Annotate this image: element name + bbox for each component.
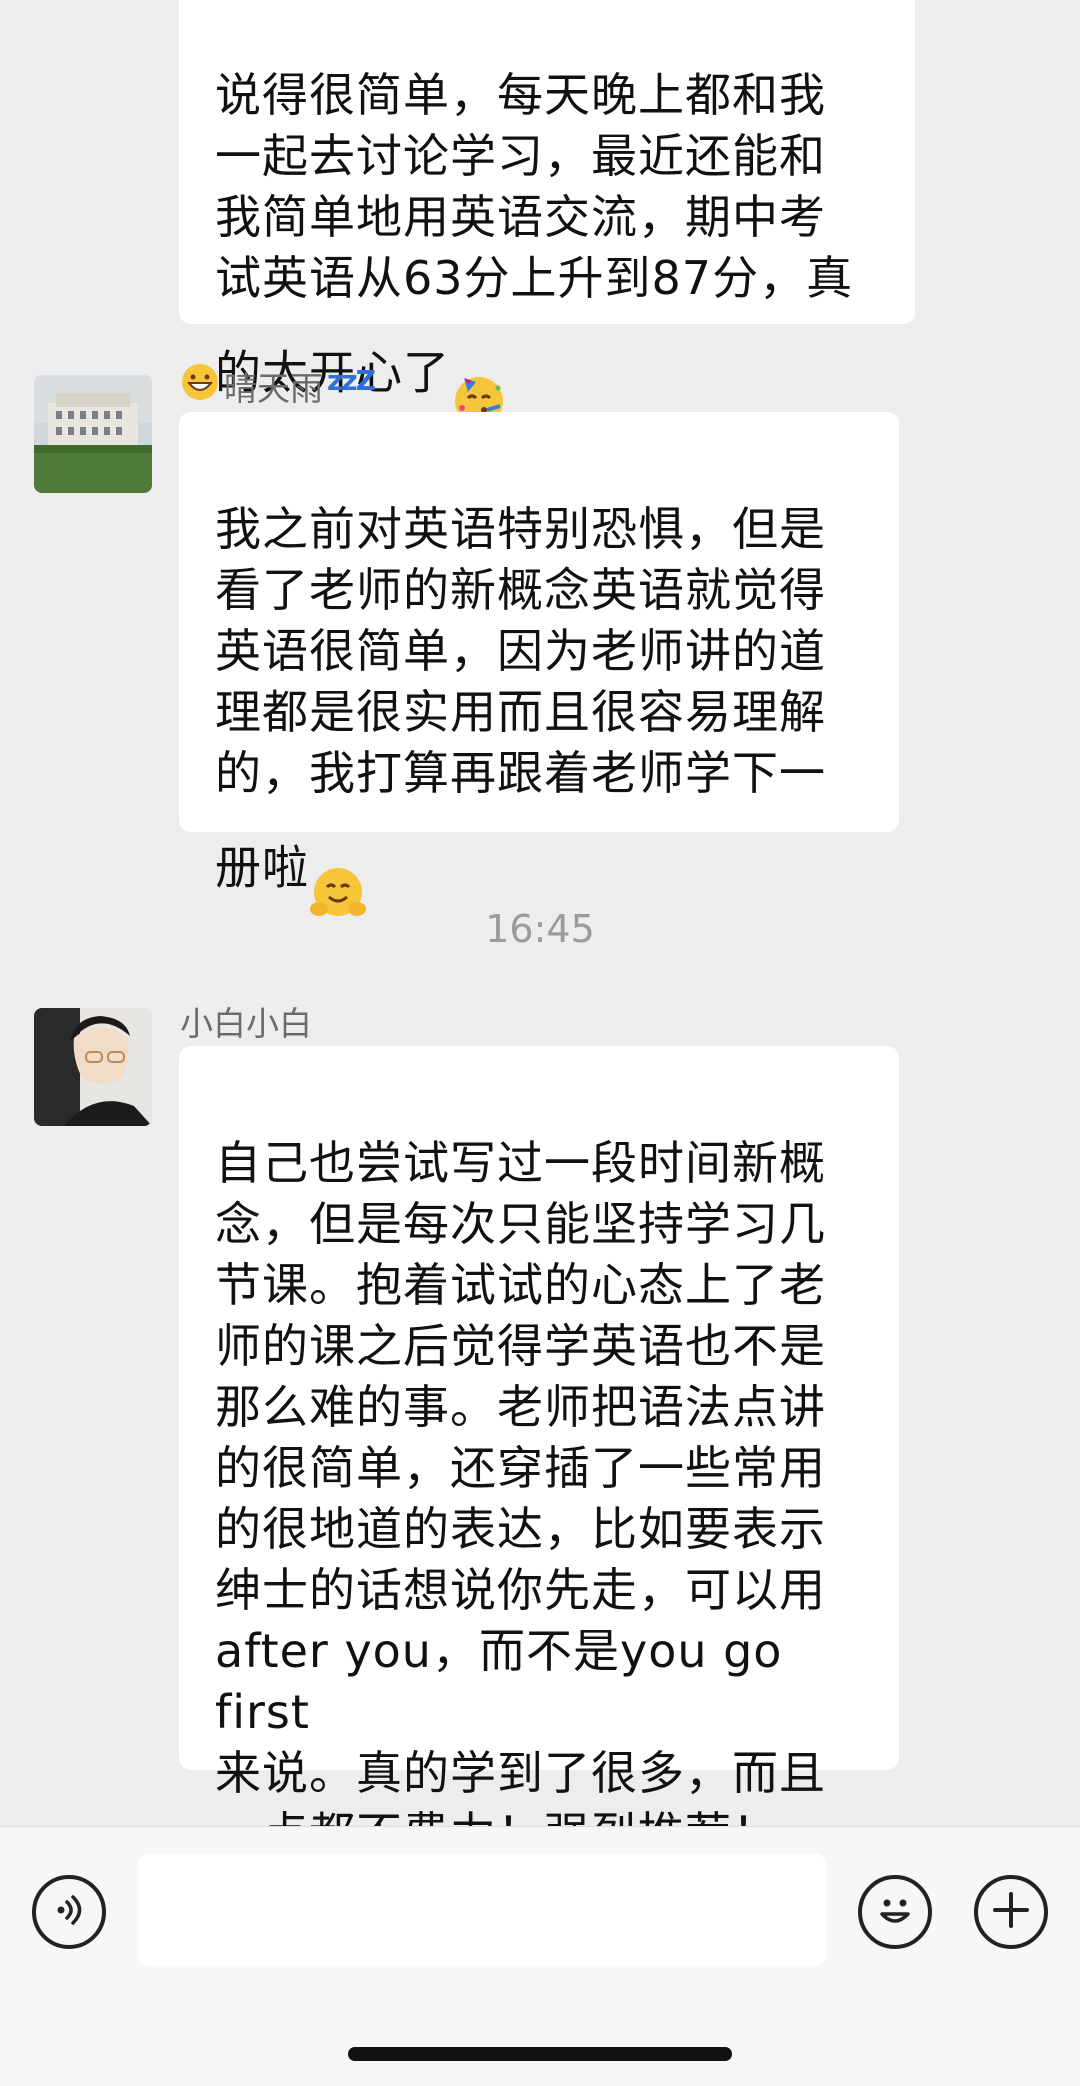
home-indicator[interactable] <box>348 2047 732 2061</box>
emoji-icon <box>867 1882 923 1942</box>
sender-name: 晴天雨 zzZ <box>180 362 376 410</box>
message-text: 我之前对英语特别恐惧，但是 看了老师的新概念英语就觉得 英语很简单，因为老师讲的… <box>215 502 826 895</box>
message-text: 说得很简单，每天晚上都和我 一起去讨论学习，最近还能和 我简单地用英语交流，期中… <box>215 68 854 400</box>
voice-button[interactable] <box>32 1875 106 1949</box>
sender-name-text: 晴天雨 <box>224 369 323 408</box>
chat-area[interactable]: 说得很简单，每天晚上都和我 一起去讨论学习，最近还能和 我简单地用英语交流，期中… <box>0 0 1080 1826</box>
emoji-button[interactable] <box>858 1875 932 1949</box>
avatar[interactable] <box>34 375 152 493</box>
timestamp: 16:45 <box>485 907 595 951</box>
plus-icon <box>989 1888 1033 1936</box>
message-text: 自己也尝试写过一段时间新概 念，但是每次只能坚持学习几 节课。抱着试试的心态上了… <box>215 1136 826 1826</box>
avatar[interactable] <box>34 1008 152 1126</box>
voice-icon <box>47 1888 91 1936</box>
plus-button[interactable] <box>974 1875 1048 1949</box>
grinning-face-icon <box>180 362 220 410</box>
zzz-icon: zzZ <box>327 363 376 397</box>
sender-name: 小白小白 <box>180 1004 312 1043</box>
message-input[interactable] <box>138 1854 826 1966</box>
message-bubble[interactable]: 我之前对英语特别恐惧，但是 看了老师的新概念英语就觉得 英语很简单，因为老师讲的… <box>179 412 899 916</box>
message-bubble[interactable]: 说得很简单，每天晚上都和我 一起去讨论学习，最近还能和 我简单地用英语交流，期中… <box>179 0 915 425</box>
message-bubble[interactable]: 自己也尝试写过一段时间新概 念，但是每次只能坚持学习几 节课。抱着试试的心态上了… <box>179 1046 899 1826</box>
